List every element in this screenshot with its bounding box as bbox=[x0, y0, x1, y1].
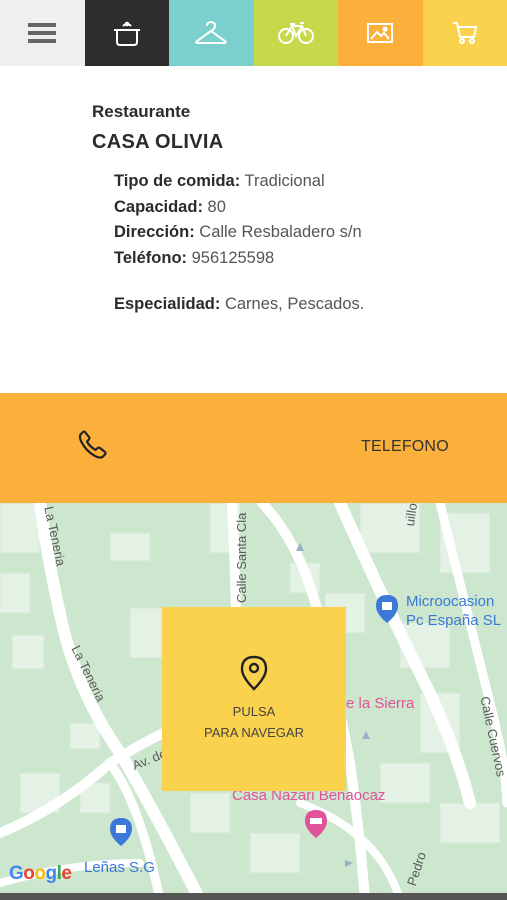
location-pin-icon bbox=[240, 655, 268, 691]
detail-value: 956125598 bbox=[191, 249, 275, 267]
shop-category-button[interactable] bbox=[422, 0, 507, 66]
menu-button[interactable] bbox=[0, 0, 85, 66]
menu-icon bbox=[28, 23, 57, 43]
detail-value: Carnes, Pescados. bbox=[224, 295, 365, 313]
cart-icon bbox=[452, 22, 477, 44]
street-label: Calle Santa Cla bbox=[234, 512, 249, 603]
navigate-button[interactable]: PULSA PARA NAVEGAR bbox=[162, 607, 346, 791]
detail-value: 80 bbox=[207, 198, 226, 216]
poi-label: Leñas S.G bbox=[84, 859, 155, 876]
detail-row-food-type: Tipo de comida: Tradicional bbox=[114, 172, 325, 191]
map-view[interactable]: La Teneria La Teneria Calle Santa Cla Av… bbox=[0, 503, 507, 900]
google-logo: Google bbox=[9, 863, 72, 884]
detail-row-address: Dirección: Calle Resbaladero s/n bbox=[114, 223, 362, 242]
detail-label: Teléfono: bbox=[114, 249, 188, 267]
place-category: Restaurante bbox=[92, 102, 191, 121]
food-category-button[interactable] bbox=[84, 0, 169, 66]
poi-label: e la Sierra bbox=[346, 695, 415, 712]
detail-value: Calle Resbaladero s/n bbox=[199, 223, 362, 241]
bottom-divider bbox=[0, 893, 507, 900]
image-icon bbox=[367, 23, 394, 43]
street-label: uillo bbox=[402, 503, 421, 528]
detail-row-phone: Teléfono: 956125598 bbox=[114, 249, 274, 268]
detail-label: Dirección: bbox=[114, 223, 195, 241]
call-button[interactable]: TELEFONO bbox=[0, 393, 507, 503]
detail-value: Tradicional bbox=[244, 172, 325, 190]
bike-category-button[interactable] bbox=[253, 0, 338, 66]
clothing-category-button[interactable] bbox=[169, 0, 254, 66]
detail-label: Tipo de comida: bbox=[114, 172, 241, 190]
hanger-icon bbox=[195, 20, 228, 44]
navigate-label-line2: PARA NAVEGAR bbox=[204, 725, 304, 740]
pot-icon bbox=[113, 21, 140, 46]
detail-row-specialty: Especialidad: Carnes, Pescados. bbox=[114, 295, 364, 314]
detail-label: Especialidad: bbox=[114, 295, 221, 313]
gallery-category-button[interactable] bbox=[338, 0, 423, 66]
place-name: CASA OLIVIA bbox=[92, 131, 224, 153]
phone-label: TELEFONO bbox=[361, 438, 449, 455]
navigate-label-line1: PULSA bbox=[232, 704, 276, 719]
detail-label: Capacidad: bbox=[114, 198, 203, 216]
place-info: Restaurante CASA OLIVIA Tipo de comida: … bbox=[0, 66, 507, 393]
poi-label: Microocasion bbox=[406, 593, 495, 610]
phone-icon bbox=[78, 430, 107, 459]
detail-row-capacity: Capacidad: 80 bbox=[114, 198, 226, 217]
bicycle-icon bbox=[277, 22, 314, 44]
poi-label: Pc España SL bbox=[406, 612, 502, 629]
top-nav bbox=[0, 0, 507, 66]
